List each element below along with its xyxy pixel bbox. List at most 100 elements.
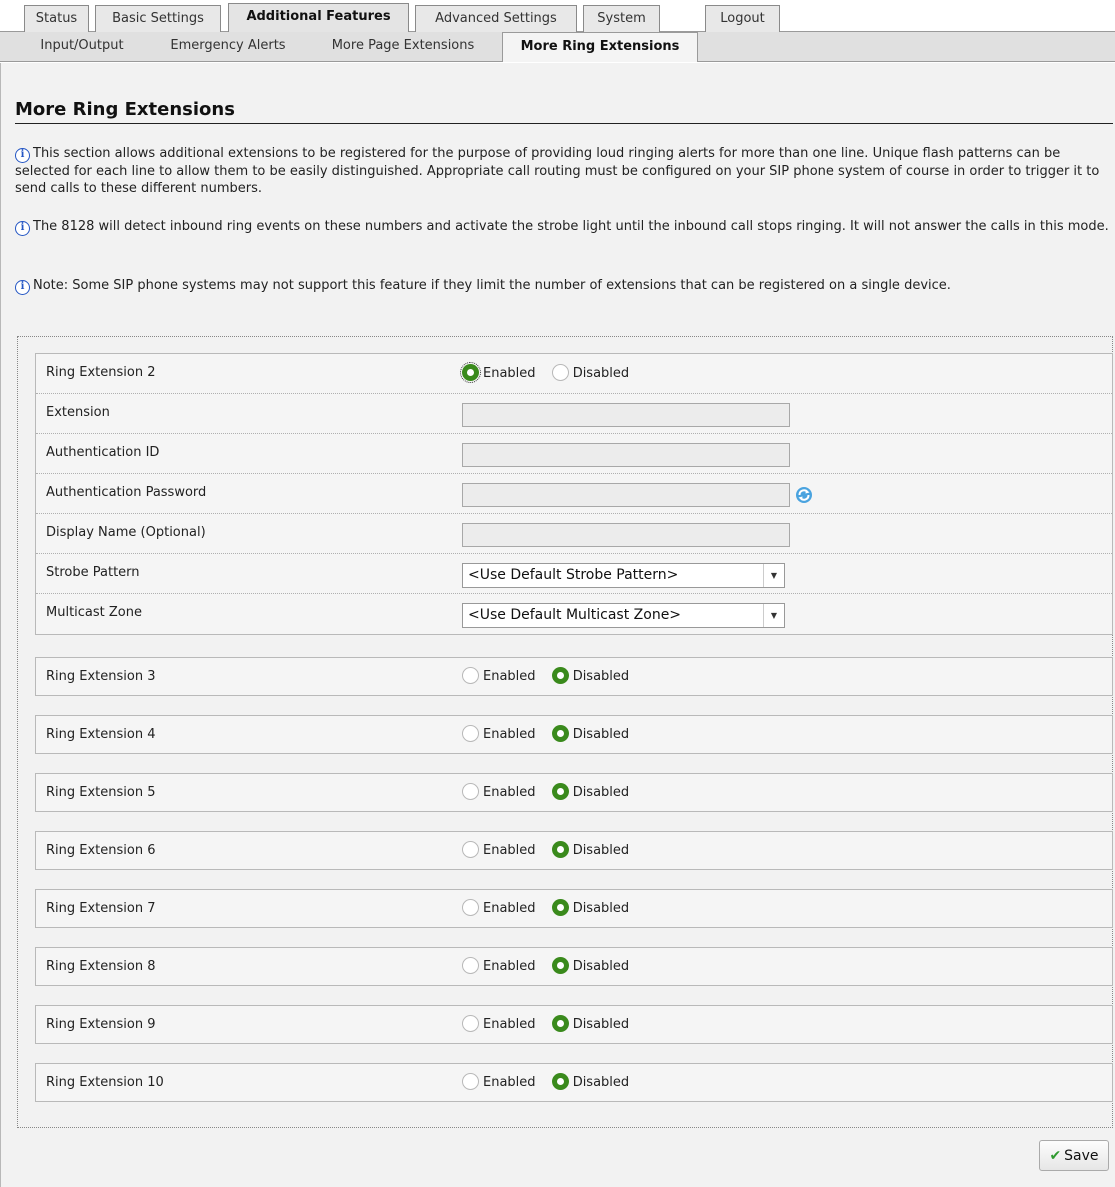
- ring-extension-8-group: Ring Extension 8 Enabled Disabled: [35, 947, 1113, 986]
- ext4-disabled-label[interactable]: Disabled: [573, 727, 629, 742]
- ring-extension-8-label: Ring Extension 8: [46, 959, 156, 974]
- subtab-more-ring-extensions[interactable]: More Ring Extensions: [502, 32, 698, 62]
- ring-extension-9-group: Ring Extension 9 Enabled Disabled: [35, 1005, 1113, 1044]
- ring-extension-5-label: Ring Extension 5: [46, 785, 156, 800]
- auth-password-row: Authentication Password: [36, 474, 1112, 514]
- ring-extension-2-label: Ring Extension 2: [46, 365, 156, 380]
- ring-extension-7-label: Ring Extension 7: [46, 901, 156, 916]
- auth-id-input[interactable]: [462, 443, 790, 467]
- extensions-fieldset: Ring Extension 2 Enabled Disabled Extens…: [17, 336, 1113, 1128]
- ext5-enabled-label[interactable]: Enabled: [483, 785, 536, 800]
- chevron-down-icon[interactable]: ▼: [763, 564, 784, 587]
- chevron-down-icon[interactable]: ▼: [763, 604, 784, 627]
- ext10-enabled-label[interactable]: Enabled: [483, 1075, 536, 1090]
- ext9-disabled-label[interactable]: Disabled: [573, 1017, 629, 1032]
- content-area: More Ring Extensions i This section allow…: [0, 63, 1115, 1187]
- tab-basic-settings[interactable]: Basic Settings: [95, 5, 221, 32]
- ext9-disabled-radio[interactable]: [551, 1015, 569, 1032]
- ext3-enabled-label[interactable]: Enabled: [483, 669, 536, 684]
- sub-tab-bar: Input/Output Emergency Alerts More Page …: [0, 32, 1115, 62]
- checkmark-icon: ✔: [1049, 1147, 1062, 1164]
- info-text-2: The 8128 will detect inbound ring events…: [33, 219, 1109, 234]
- tab-system[interactable]: System: [583, 5, 660, 32]
- ext4-enabled-label[interactable]: Enabled: [483, 727, 536, 742]
- display-name-label: Display Name (Optional): [46, 525, 206, 540]
- ext5-disabled-label[interactable]: Disabled: [573, 785, 629, 800]
- strobe-pattern-value: <Use Default Strobe Pattern>: [468, 567, 679, 583]
- ext10-disabled-radio[interactable]: [551, 1073, 569, 1090]
- subtab-emergency-alerts[interactable]: Emergency Alerts: [152, 32, 304, 61]
- ext8-enabled-radio[interactable]: [462, 957, 479, 974]
- tab-advanced-settings[interactable]: Advanced Settings: [415, 5, 577, 32]
- ext10-disabled-label[interactable]: Disabled: [573, 1075, 629, 1090]
- ext8-enabled-label[interactable]: Enabled: [483, 959, 536, 974]
- ring-extension-2-group: Ring Extension 2 Enabled Disabled Extens…: [35, 353, 1113, 635]
- ring-extension-6-label: Ring Extension 6: [46, 843, 156, 858]
- ring-extension-7-group: Ring Extension 7 Enabled Disabled: [35, 889, 1113, 928]
- subtab-more-page-extensions[interactable]: More Page Extensions: [310, 32, 496, 61]
- ext7-disabled-radio[interactable]: [551, 899, 569, 916]
- tab-logout[interactable]: Logout: [705, 5, 780, 32]
- info-paragraph-3: i Note: Some SIP phone systems may not su…: [15, 277, 1110, 295]
- info-icon: i: [15, 148, 30, 163]
- strobe-pattern-label: Strobe Pattern: [46, 565, 140, 580]
- ring-extension-4-label: Ring Extension 4: [46, 727, 156, 742]
- strobe-pattern-select[interactable]: <Use Default Strobe Pattern> ▼: [462, 563, 785, 588]
- info-paragraph-1: i This section allows additional extensio…: [15, 145, 1110, 197]
- ext2-enabled-radio[interactable]: [460, 362, 481, 383]
- ext6-disabled-label[interactable]: Disabled: [573, 843, 629, 858]
- extension-label: Extension: [46, 405, 110, 420]
- page-title: More Ring Extensions: [15, 99, 1113, 124]
- extension-row: Extension: [36, 394, 1112, 434]
- ext3-disabled-radio[interactable]: [551, 667, 569, 684]
- extension-input[interactable]: [462, 403, 790, 427]
- ext7-disabled-label[interactable]: Disabled: [573, 901, 629, 916]
- ext2-disabled-radio[interactable]: [551, 364, 569, 381]
- ext4-enabled-radio[interactable]: [462, 725, 479, 742]
- ring-extension-4-group: Ring Extension 4 Enabled Disabled: [35, 715, 1113, 754]
- ring-extension-3-label: Ring Extension 3: [46, 669, 156, 684]
- multicast-zone-select[interactable]: <Use Default Multicast Zone> ▼: [462, 603, 785, 628]
- multicast-zone-row: Multicast Zone <Use Default Multicast Zo…: [36, 594, 1112, 634]
- main-tab-bar: Status Basic Settings Additional Feature…: [0, 0, 1115, 33]
- auth-id-row: Authentication ID: [36, 434, 1112, 474]
- ext6-enabled-radio[interactable]: [462, 841, 479, 858]
- tab-additional-features[interactable]: Additional Features: [228, 3, 409, 33]
- auth-id-label: Authentication ID: [46, 445, 160, 460]
- ring-extension-9-label: Ring Extension 9: [46, 1017, 156, 1032]
- ext7-enabled-radio[interactable]: [462, 899, 479, 916]
- info-icon: i: [15, 221, 30, 236]
- ring-extension-10-label: Ring Extension 10: [46, 1075, 164, 1090]
- subtab-input-output[interactable]: Input/Output: [20, 32, 144, 61]
- tab-status[interactable]: Status: [24, 5, 89, 32]
- save-button[interactable]: ✔ Save: [1039, 1140, 1109, 1171]
- save-label: Save: [1064, 1147, 1099, 1164]
- refresh-password-icon[interactable]: [795, 486, 813, 504]
- ext5-enabled-radio[interactable]: [462, 783, 479, 800]
- display-name-row: Display Name (Optional): [36, 514, 1112, 554]
- info-icon: i: [15, 280, 30, 295]
- ext2-disabled-label[interactable]: Disabled: [573, 366, 629, 381]
- ext6-enabled-label[interactable]: Enabled: [483, 843, 536, 858]
- info-text-1: This section allows additional extension…: [15, 146, 1100, 196]
- ext5-disabled-radio[interactable]: [551, 783, 569, 800]
- info-paragraph-2: i The 8128 will detect inbound ring event…: [15, 218, 1110, 236]
- auth-password-label: Authentication Password: [46, 485, 207, 500]
- strobe-pattern-row: Strobe Pattern <Use Default Strobe Patte…: [36, 554, 1112, 594]
- ext2-enabled-label[interactable]: Enabled: [483, 366, 536, 381]
- ext10-enabled-radio[interactable]: [462, 1073, 479, 1090]
- auth-password-input[interactable]: [462, 483, 790, 507]
- ext8-disabled-label[interactable]: Disabled: [573, 959, 629, 974]
- ext9-enabled-radio[interactable]: [462, 1015, 479, 1032]
- ext4-disabled-radio[interactable]: [551, 725, 569, 742]
- ext8-disabled-radio[interactable]: [551, 957, 569, 974]
- ext3-disabled-label[interactable]: Disabled: [573, 669, 629, 684]
- ring-extension-5-group: Ring Extension 5 Enabled Disabled: [35, 773, 1113, 812]
- ext3-enabled-radio[interactable]: [462, 667, 479, 684]
- display-name-input[interactable]: [462, 523, 790, 547]
- ext6-disabled-radio[interactable]: [551, 841, 569, 858]
- ring-extension-3-group: Ring Extension 3 Enabled Disabled: [35, 657, 1113, 696]
- ext9-enabled-label[interactable]: Enabled: [483, 1017, 536, 1032]
- info-text-3: Note: Some SIP phone systems may not sup…: [33, 278, 951, 293]
- ext7-enabled-label[interactable]: Enabled: [483, 901, 536, 916]
